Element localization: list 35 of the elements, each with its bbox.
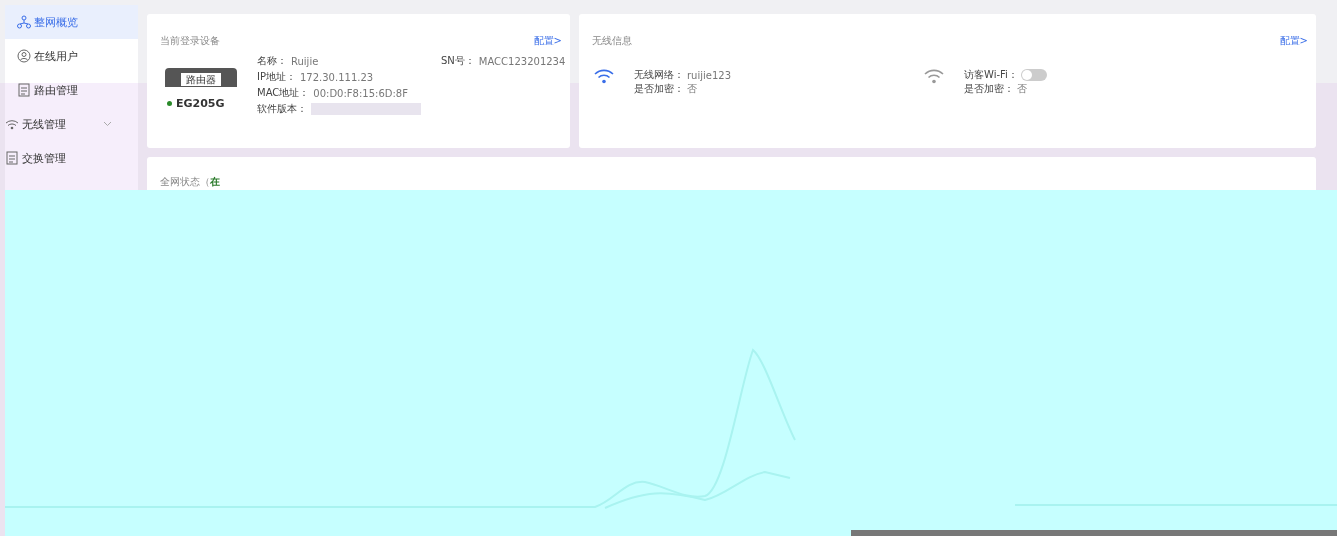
scrollbar-thumb[interactable]: [851, 530, 1337, 536]
sidebar-item[interactable]: 整网概览: [5, 5, 138, 39]
document-icon: [17, 83, 31, 97]
card-title: 当前登录设备: [160, 34, 220, 48]
field-label: IP地址：: [257, 70, 296, 84]
guest-wifi-toggle[interactable]: [1020, 69, 1047, 81]
field-value: ruijie123: [687, 69, 732, 81]
sidebar-item[interactable]: 交换管理: [5, 141, 138, 175]
sidebar-item[interactable]: 路由管理: [5, 73, 138, 107]
sidebar-item[interactable]: 无线管理: [5, 107, 138, 141]
field-label: 软件版本：: [257, 102, 307, 116]
sidebar-item[interactable]: 在线用户: [5, 39, 138, 73]
field-label: 是否加密：: [634, 82, 684, 96]
field-label: 是否加密：: [964, 82, 1014, 96]
document-icon: [5, 151, 19, 165]
device-model: EG205G: [176, 97, 225, 110]
card-title: 无线信息: [592, 34, 632, 48]
field-value: 00:D0:F8:15:6D:8F: [313, 87, 408, 99]
config-link[interactable]: 配置>: [1279, 34, 1316, 48]
card-title: 全网状态（在: [160, 175, 221, 189]
network-icon: [17, 15, 31, 29]
field-label: MAC地址：: [257, 86, 310, 100]
field-value: 否: [1017, 82, 1027, 96]
config-link[interactable]: 配置>: [533, 34, 570, 48]
field-value: 否: [687, 82, 697, 96]
field-value: Ruijie: [291, 55, 319, 67]
user-icon: [17, 49, 31, 63]
field-label: 无线网络：: [634, 68, 684, 82]
field-label: 访客Wi-Fi：: [964, 68, 1018, 82]
field-label: 名称：: [257, 54, 287, 68]
field-value: MACC123201234: [478, 55, 566, 67]
wifi-icon: [5, 117, 19, 131]
router-label: 路由器: [180, 72, 222, 87]
field-value: 172.30.111.23: [300, 71, 374, 83]
field-label: SN号：: [441, 54, 475, 68]
